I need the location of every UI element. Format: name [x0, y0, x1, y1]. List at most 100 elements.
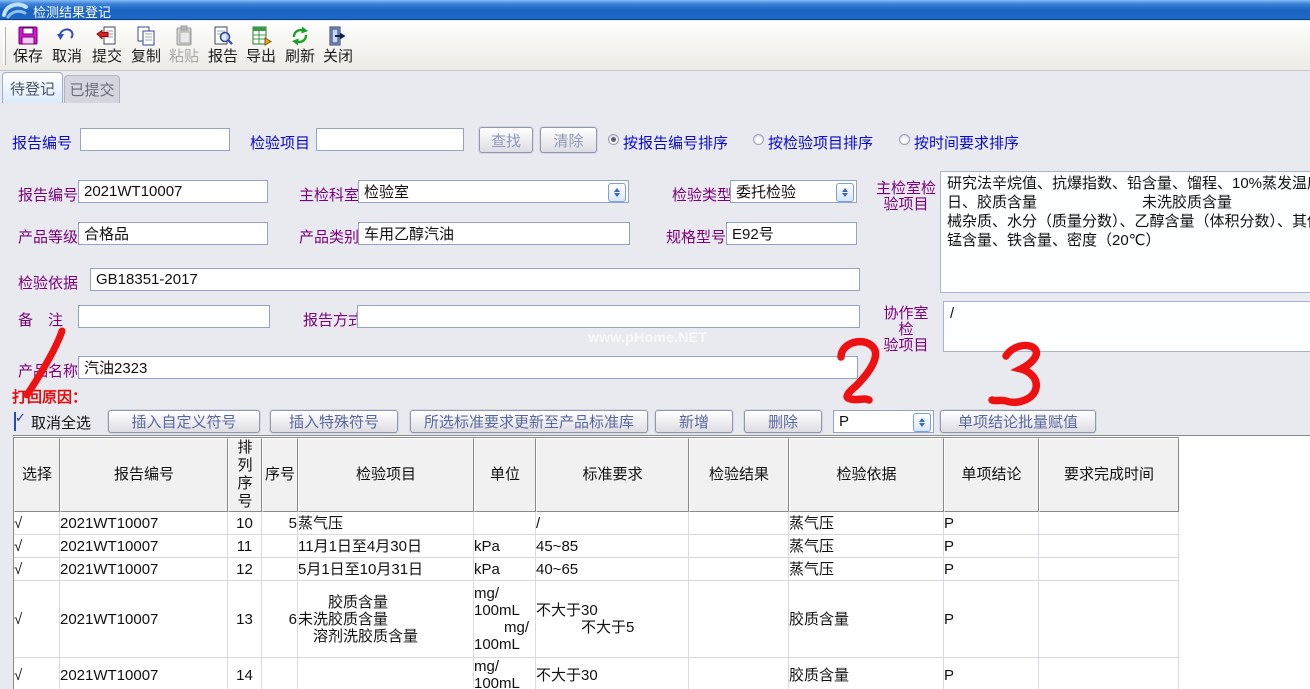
cell-check[interactable]: √	[14, 558, 60, 581]
delete-button[interactable]: 删除	[744, 410, 822, 433]
cell-order[interactable]: 14	[228, 658, 262, 689]
cell-conclusion[interactable]: P	[944, 535, 1039, 558]
cell-report-no[interactable]: 2021WT10007	[60, 535, 228, 558]
cell-unit[interactable]: kPa	[474, 535, 536, 558]
spec-input[interactable]	[726, 222, 857, 245]
search-report-no-input[interactable]	[80, 128, 230, 151]
cell-order[interactable]: 12	[228, 558, 262, 581]
report-button[interactable]: 报告	[203, 24, 243, 69]
cell-report-no[interactable]: 2021WT10007	[60, 558, 228, 581]
grade-input[interactable]	[78, 222, 268, 245]
cell-seq[interactable]	[262, 558, 298, 581]
add-button[interactable]: 新增	[655, 410, 733, 433]
cell-order[interactable]: 11	[228, 535, 262, 558]
cell-basis[interactable]: 胶质含量	[789, 658, 944, 689]
dropdown-spinner-icon[interactable]	[608, 183, 626, 202]
cell-result[interactable]	[689, 658, 789, 689]
table-row[interactable]: √ 2021WT10007 13 6 胶质含量 未洗胶质含量 溶剂洗胶质含量 m…	[14, 581, 1179, 658]
cell-due[interactable]	[1039, 658, 1179, 689]
cell-std[interactable]: /	[536, 512, 689, 535]
table-row[interactable]: √ 2021WT10007 12 5月1日至10月31日 kPa 40~65 蒸…	[14, 558, 1179, 581]
cell-report-no[interactable]: 2021WT10007	[60, 658, 228, 689]
cell-report-no[interactable]: 2021WT10007	[60, 512, 228, 535]
cell-unit[interactable]: mg/ 100mL	[474, 658, 536, 689]
cell-basis[interactable]: 蒸气压	[789, 512, 944, 535]
cell-unit[interactable]: mg/ 100mL mg/ 100mL	[474, 581, 536, 658]
cell-result[interactable]	[689, 535, 789, 558]
cell-seq[interactable]: 6	[262, 581, 298, 658]
radio-sort-by-item[interactable]	[753, 134, 764, 145]
table-row[interactable]: √ 2021WT10007 14 mg/ 100mL 不大于30 胶质含量 P	[14, 658, 1179, 689]
cell-order[interactable]: 13	[228, 581, 262, 658]
update-standard-button[interactable]: 所选标准要求更新至产品标准库	[410, 410, 648, 433]
cell-unit[interactable]	[474, 512, 536, 535]
tab-submitted[interactable]: 已提交	[64, 75, 120, 103]
refresh-button[interactable]: 刷新	[280, 24, 320, 69]
table-row[interactable]: √ 2021WT10007 11 11月1日至4月30日 kPa 45~85 蒸…	[14, 535, 1179, 558]
cell-result[interactable]	[689, 558, 789, 581]
submit-button[interactable]: 提交	[87, 24, 127, 69]
category-input[interactable]	[358, 222, 630, 245]
cell-basis[interactable]: 蒸气压	[789, 535, 944, 558]
dropdown-spinner-icon[interactable]	[836, 183, 854, 202]
cell-due[interactable]	[1039, 558, 1179, 581]
cell-unit[interactable]: kPa	[474, 558, 536, 581]
cell-std[interactable]: 45~85	[536, 535, 689, 558]
cell-result[interactable]	[689, 581, 789, 658]
table-row[interactable]: √ 2021WT10007 10 5 蒸气压 / 蒸气压 P	[14, 512, 1179, 535]
cell-check[interactable]: √	[14, 658, 60, 689]
find-button[interactable]: 查找	[479, 127, 533, 153]
radio-sort-by-report-no[interactable]	[608, 134, 619, 145]
uncheck-all-checkbox[interactable]	[14, 412, 16, 431]
cell-check[interactable]: √	[14, 512, 60, 535]
export-button[interactable]: 导出	[241, 24, 281, 69]
cell-item[interactable]: 蒸气压	[298, 512, 474, 535]
cell-std[interactable]: 40~65	[536, 558, 689, 581]
main-items-textarea[interactable]: 研究法辛烷值、抗爆指数、铅含量、馏程、10%蒸发温度、50%蒸 日、胶质含量 未…	[940, 171, 1310, 293]
cell-item[interactable]: 11月1日至4月30日	[298, 535, 474, 558]
cell-conclusion[interactable]: P	[944, 658, 1039, 689]
cell-seq[interactable]: 5	[262, 512, 298, 535]
clear-button[interactable]: 清除	[540, 127, 597, 153]
cell-seq[interactable]	[262, 535, 298, 558]
cell-check[interactable]: √	[14, 581, 60, 658]
cell-result[interactable]	[689, 512, 789, 535]
cell-std[interactable]: 不大于30 不大于5	[536, 581, 689, 658]
insert-custom-symbol-button[interactable]: 插入自定义符号	[108, 410, 260, 433]
cell-basis[interactable]: 胶质含量	[789, 581, 944, 658]
coop-items-textarea[interactable]: /	[943, 301, 1310, 352]
tab-pending[interactable]: 待登记	[2, 72, 63, 103]
cell-due[interactable]	[1039, 535, 1179, 558]
cell-seq[interactable]	[262, 658, 298, 689]
close-button[interactable]: 关闭	[318, 24, 358, 69]
cell-conclusion[interactable]: P	[944, 512, 1039, 535]
product-name-input[interactable]	[78, 356, 858, 379]
cell-item[interactable]: 胶质含量 未洗胶质含量 溶剂洗胶质含量	[298, 581, 474, 658]
basis-input[interactable]	[90, 268, 860, 291]
report-method-input[interactable]	[357, 305, 860, 328]
save-button[interactable]: 保存	[8, 24, 48, 69]
cell-order[interactable]: 10	[228, 512, 262, 535]
search-item-input[interactable]	[316, 128, 464, 151]
conclusion-select[interactable]: P	[833, 410, 934, 433]
report-no-input[interactable]	[78, 180, 268, 203]
radio-sort-by-time[interactable]	[899, 134, 910, 145]
cell-std[interactable]: 不大于30	[536, 658, 689, 689]
cell-basis[interactable]: 蒸气压	[789, 558, 944, 581]
main-dept-select[interactable]: 检验室	[358, 180, 629, 203]
dropdown-spinner-icon[interactable]	[913, 413, 931, 432]
cell-item[interactable]: 5月1日至10月31日	[298, 558, 474, 581]
remark-input[interactable]	[78, 305, 270, 328]
batch-assign-button[interactable]: 单项结论批量赋值	[940, 410, 1096, 433]
cell-conclusion[interactable]: P	[944, 581, 1039, 658]
cancel-button[interactable]: 取消	[47, 24, 87, 69]
copy-button[interactable]: 复制	[126, 24, 166, 69]
cell-due[interactable]	[1039, 512, 1179, 535]
cell-check[interactable]: √	[14, 535, 60, 558]
test-type-select[interactable]: 委托检验	[730, 180, 857, 203]
cell-report-no[interactable]: 2021WT10007	[60, 581, 228, 658]
cell-item[interactable]	[298, 658, 474, 689]
cell-due[interactable]	[1039, 581, 1179, 658]
insert-special-symbol-button[interactable]: 插入特殊符号	[270, 410, 398, 433]
cell-conclusion[interactable]: P	[944, 558, 1039, 581]
